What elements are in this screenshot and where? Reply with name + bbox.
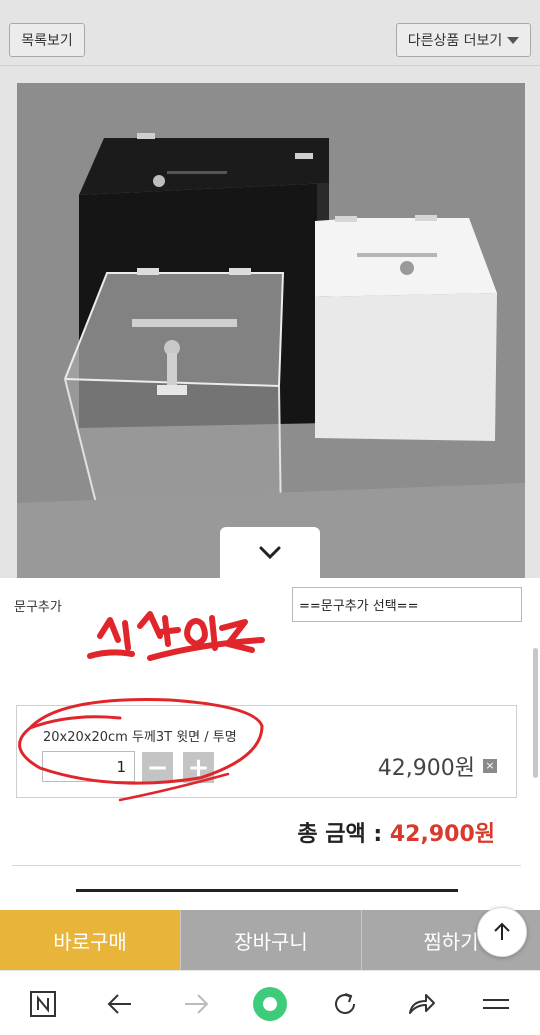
quantity-increase-button[interactable]: + <box>183 752 214 783</box>
more-products-dropdown[interactable]: 다른상품 더보기 <box>396 23 531 57</box>
green-circle-icon <box>253 987 287 1021</box>
total-amount: 총 금액 : 42,900원 <box>297 816 495 848</box>
scroll-to-top-button[interactable] <box>477 907 527 957</box>
share-button[interactable] <box>402 985 440 1023</box>
option-label: 문구추가 <box>14 600 62 615</box>
caret-down-icon <box>507 36 520 44</box>
list-view-button[interactable]: 목록보기 <box>9 23 85 57</box>
refresh-icon <box>335 993 355 1014</box>
action-bar: 바로구매 장바구니 찜하기 <box>0 910 540 970</box>
item-name: 20x20x20cm 두께3T 윗면 / 투명 <box>43 730 237 745</box>
purchase-panel: 문구추가 ==문구추가 선택== 20x20x20cm 두께3T 윗면 / 투명… <box>0 578 540 910</box>
collapse-panel-button[interactable] <box>220 527 320 579</box>
green-home-button[interactable] <box>251 985 289 1023</box>
menu-button[interactable] <box>477 985 515 1023</box>
chevron-down-icon <box>259 546 281 560</box>
item-price: 42,900원 <box>377 756 475 781</box>
product-top-area: 목록보기 다른상품 더보기 <box>0 0 540 578</box>
total-label: 총 금액 : <box>297 822 390 847</box>
arrow-left-icon <box>107 994 131 1014</box>
option-select[interactable]: ==문구추가 선택== <box>292 587 522 622</box>
arrow-up-icon <box>494 922 510 940</box>
scrollbar-thumb[interactable] <box>533 648 538 778</box>
selected-item-box: 20x20x20cm 두께3T 윗면 / 투명 1 − + 42,900원 × <box>16 705 517 798</box>
naver-n-icon <box>30 991 56 1017</box>
menu-icon <box>483 999 509 1009</box>
refresh-button[interactable] <box>326 985 364 1023</box>
total-price: 42,900원 <box>389 822 495 847</box>
remove-item-button[interactable]: × <box>483 759 497 773</box>
share-icon <box>409 994 435 1014</box>
forward-button[interactable] <box>177 985 215 1023</box>
buy-now-button[interactable]: 바로구매 <box>0 910 180 970</box>
divider <box>12 865 521 866</box>
back-button[interactable] <box>101 985 139 1023</box>
top-bar: 목록보기 다른상품 더보기 <box>0 0 540 66</box>
naver-home-button[interactable] <box>24 985 62 1023</box>
more-products-label: 다른상품 더보기 <box>407 33 503 49</box>
arrow-right-icon <box>185 994 209 1014</box>
home-indicator <box>76 889 458 892</box>
quantity-decrease-button[interactable]: − <box>142 752 173 783</box>
browser-navigation-bar <box>0 970 540 1035</box>
add-to-cart-button[interactable]: 장바구니 <box>180 910 361 970</box>
quantity-input[interactable]: 1 <box>42 751 135 782</box>
product-image <box>17 83 525 578</box>
